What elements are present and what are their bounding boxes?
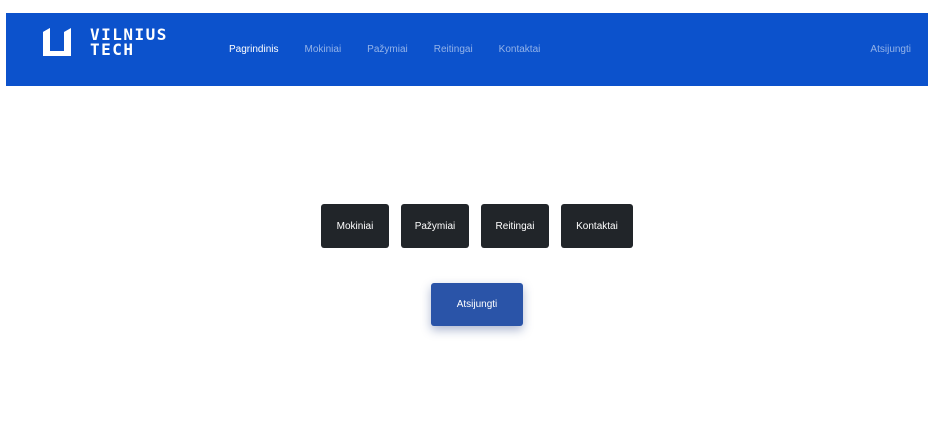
navbar: VILNIUS TECH Pagrindinis Mokiniai Pažymi… (6, 13, 928, 86)
logout-button[interactable]: Atsijungti (431, 283, 523, 326)
pazymiai-button[interactable]: Pažymiai (401, 204, 469, 248)
nav-item-kontaktai[interactable]: Kontaktai (499, 44, 541, 55)
main-button-row: Mokiniai Pažymiai Reitingai Kontaktai (321, 204, 645, 248)
nav-item-pazymiai[interactable]: Pažymiai (367, 44, 408, 55)
brand-logo-link[interactable]: VILNIUS TECH (41, 24, 168, 60)
nav-links: Pagrindinis Mokiniai Pažymiai Reitingai … (229, 13, 566, 86)
vilniustech-logo-icon (43, 28, 71, 56)
nav-item-reitingai[interactable]: Reitingai (434, 44, 473, 55)
nav-item-mokiniai[interactable]: Mokiniai (304, 44, 341, 55)
brand-wordmark: VILNIUS TECH (90, 27, 168, 59)
kontaktai-button[interactable]: Kontaktai (561, 204, 633, 248)
nav-item-pagrindinis[interactable]: Pagrindinis (229, 44, 278, 55)
brand-line-2: TECH (90, 40, 135, 59)
mokiniai-button[interactable]: Mokiniai (321, 204, 389, 248)
reitingai-button[interactable]: Reitingai (481, 204, 549, 248)
nav-logout-link[interactable]: Atsijungti (870, 13, 911, 86)
